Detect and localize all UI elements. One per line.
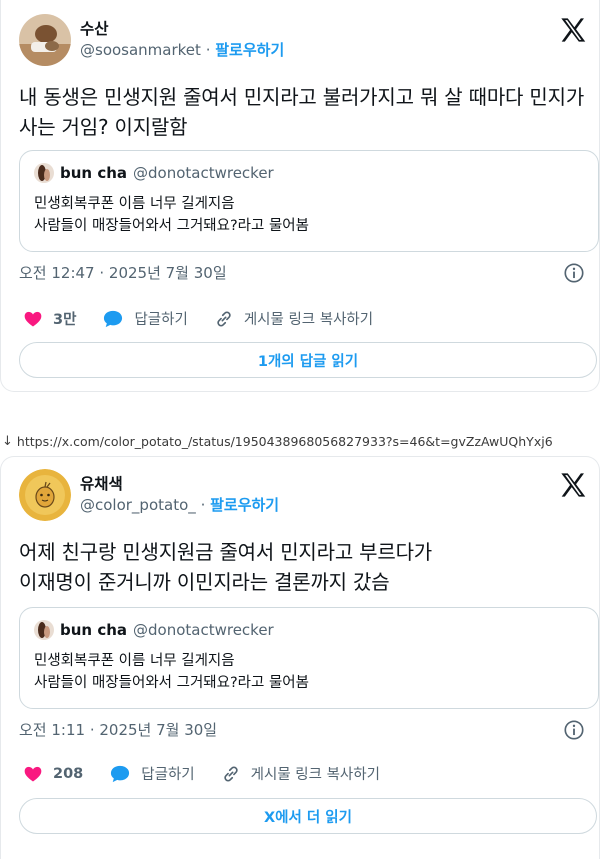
display-name[interactable]: 유채색 — [80, 474, 279, 494]
read-more-on-x-button[interactable]: X에서 더 읽기 — [19, 798, 597, 834]
dot-separator: · — [200, 496, 211, 514]
reply-label: 답글하기 — [134, 312, 188, 328]
like-count: 208 — [53, 765, 84, 782]
quote-avatar — [34, 163, 54, 183]
link-icon — [217, 310, 231, 327]
tweet-text: 어제 친구랑 민생지원금 줄여서 민지라고 부르다가 이재명이 준거니까 이민지… — [19, 537, 587, 597]
quoted-tweet[interactable]: bun cha @donotactwrecker 민생회복쿠폰 이름 너무 길게… — [19, 150, 599, 252]
url-text[interactable]: https://x.com/color_potato_/status/19504… — [17, 434, 553, 449]
quoted-tweet[interactable]: bun cha @donotactwrecker 민생회복쿠폰 이름 너무 길게… — [19, 607, 599, 709]
timestamp[interactable]: 오전 1:11 · 2025년 7월 30일 — [19, 719, 217, 740]
url-caption: ↓ https://x.com/color_potato_/status/195… — [0, 430, 600, 452]
like-button[interactable]: 208 — [23, 764, 83, 784]
tweet-text-line: 이재명이 준거니까 이민지라는 결론까지 갔슴 — [19, 570, 390, 594]
link-icon — [223, 765, 238, 782]
info-icon[interactable] — [563, 719, 585, 741]
read-replies-button[interactable]: 1개의 답글 읽기 — [19, 342, 597, 378]
copy-link-label: 게시물 링크 복사하기 — [243, 312, 374, 328]
reply-button[interactable]: 답글하기 — [109, 763, 195, 784]
tweet-card-1: 수산 @soosanmarket · 팔로우하기 내 동생은 민생지원 줄여서 … — [0, 0, 600, 392]
tweet-header: 유채색 @color_potato_ · 팔로우하기 — [19, 469, 279, 521]
download-arrow-icon: ↓ — [2, 433, 13, 449]
quote-display-name: bun cha — [60, 164, 128, 182]
action-bar: 3만 답글하기 게시물 링크 복사하기 — [23, 308, 399, 329]
timestamp[interactable]: 오전 12:47 · 2025년 7월 30일 — [19, 262, 227, 283]
reply-bubble-icon — [111, 765, 130, 782]
avatar[interactable] — [19, 469, 71, 521]
follow-button[interactable]: 팔로우하기 — [210, 496, 279, 514]
copy-link-label: 게시물 링크 복사하기 — [250, 767, 380, 783]
tweet-card-2: 유채색 @color_potato_ · 팔로우하기 어제 친구랑 민생지원금 … — [0, 456, 600, 859]
tweet-text-line: 어제 친구랑 민생지원금 줄여서 민지라고 부르다가 — [19, 540, 432, 564]
copy-link-button[interactable]: 게시물 링크 복사하기 — [221, 763, 380, 784]
like-button[interactable]: 3만 — [23, 308, 76, 329]
heart-icon — [24, 311, 42, 326]
quote-handle: @donotactwrecker — [133, 164, 274, 182]
quote-handle: @donotactwrecker — [133, 621, 274, 639]
info-icon[interactable] — [563, 262, 585, 284]
user-handle[interactable]: @color_potato_ — [80, 496, 196, 514]
quote-display-name: bun cha — [60, 621, 128, 639]
tweet-text: 내 동생은 민생지원 줄여서 민지라고 불러가지고 뭐 살 때마다 민지가 사는… — [19, 85, 585, 139]
quote-text-line: 민생회복쿠폰 이름 너무 길게지음 — [34, 196, 235, 212]
quote-text-line: 민생회복쿠폰 이름 너무 길게지음 — [34, 653, 235, 669]
avatar[interactable] — [19, 14, 71, 66]
reply-label: 답글하기 — [141, 767, 195, 783]
display-name[interactable]: 수산 — [80, 19, 284, 39]
reply-button[interactable]: 답글하기 — [102, 308, 188, 329]
tweet-header: 수산 @soosanmarket · 팔로우하기 — [19, 14, 284, 66]
x-logo-icon[interactable] — [559, 471, 587, 499]
action-bar: 208 답글하기 게시물 링크 복사하기 — [23, 763, 406, 784]
quote-text-line: 사람들이 매장들어와서 그거돼요?라고 물어봄 — [34, 218, 309, 234]
quote-text-line: 사람들이 매장들어와서 그거돼요?라고 물어봄 — [34, 675, 309, 691]
user-handle[interactable]: @soosanmarket — [80, 41, 201, 59]
quote-avatar — [34, 620, 54, 640]
follow-button[interactable]: 팔로우하기 — [215, 41, 284, 59]
reply-bubble-icon — [104, 310, 123, 327]
like-count: 3만 — [53, 312, 77, 328]
copy-link-button[interactable]: 게시물 링크 복사하기 — [214, 308, 373, 329]
heart-icon — [24, 766, 42, 781]
x-logo-icon[interactable] — [559, 16, 587, 44]
dot-separator: · — [205, 41, 216, 59]
